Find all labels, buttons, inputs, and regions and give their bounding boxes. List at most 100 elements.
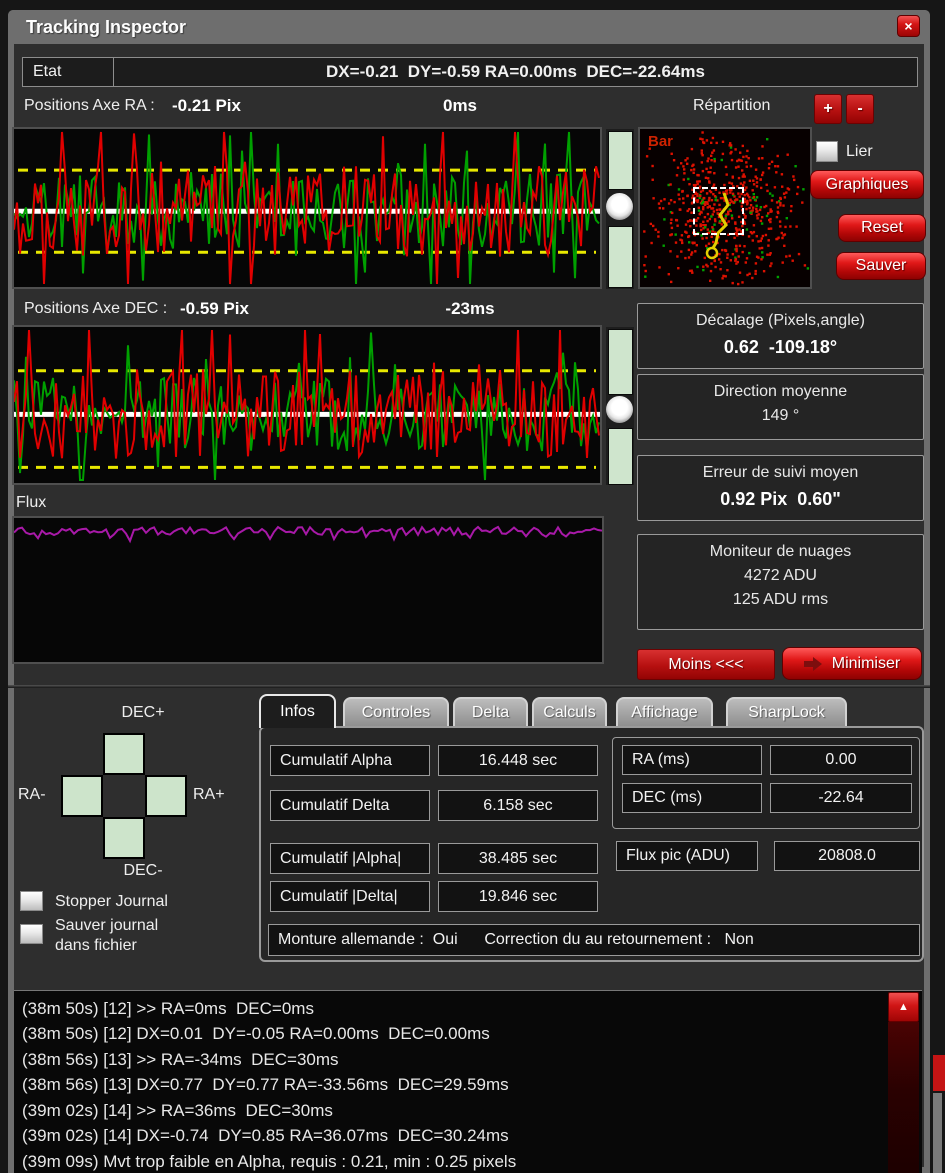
reset-button[interactable]: Reset [838, 214, 926, 242]
cumulatif-delta-value: 6.158 sec [438, 790, 598, 821]
sauver-button[interactable]: Sauver [836, 252, 926, 280]
zoom-plus-button[interactable]: + [814, 94, 842, 124]
nuages-box: Moniteur de nuages 4272 ADU 125 ADU rms [637, 534, 924, 630]
flux-label: Flux [16, 494, 46, 512]
ra-ms-label: RA (ms) [622, 745, 762, 775]
erreur-box: Erreur de suivi moyen 0.92 Pix 0.60" [637, 455, 924, 521]
dec-axis-label: Positions Axe DEC : [24, 300, 167, 318]
decalage-value: 0.62 -109.18° [724, 337, 837, 358]
dec-slider-track-top [608, 329, 633, 395]
cumulatif-abs-alpha-label: Cumulatif |Alpha| [270, 843, 430, 874]
erreur-title: Erreur de suivi moyen [703, 464, 859, 482]
section-divider [8, 685, 930, 688]
log-line: (38m 50s) [12] DX=0.01 DY=-0.05 RA=0.00m… [22, 1024, 490, 1044]
decalage-title: Décalage (Pixels,angle) [696, 312, 865, 330]
log-line: (38m 56s) [13] >> RA=-34ms DEC=30ms [22, 1050, 339, 1070]
lock-region-box [693, 187, 744, 235]
moins-button[interactable]: Moins <<< [637, 649, 775, 680]
close-icon: × [904, 19, 912, 33]
tab-controles[interactable]: Controles [343, 697, 449, 727]
ra-minus-label: RA- [18, 786, 46, 804]
dec-waveform [14, 327, 600, 483]
dec-slider-track-bottom [608, 428, 633, 485]
sauver-journal-checkbox[interactable] [20, 924, 43, 944]
cumulatif-alpha-value: 16.448 sec [438, 745, 598, 776]
lier-checkbox[interactable] [816, 141, 838, 162]
nuages-rms: 125 ADU rms [733, 591, 828, 609]
decalage-box: Décalage (Pixels,angle) 0.62 -109.18° [637, 303, 924, 369]
cumulatif-alpha-label: Cumulatif Alpha [270, 745, 430, 776]
sauver-journal-label-line2: dans fichier [55, 937, 137, 955]
ra-waveform [14, 129, 600, 287]
ra-slider-track-bottom [608, 226, 633, 288]
dec-ms-field-value: -22.64 [770, 783, 912, 813]
tab-affichage[interactable]: Affichage [616, 697, 713, 727]
dec-minus-button[interactable] [103, 817, 145, 859]
flux-graph [12, 516, 604, 664]
log-area: (38m 50s) [12] >> RA=0ms DEC=0ms (38m 50… [14, 990, 922, 1173]
dec-ms-label: DEC (ms) [622, 783, 762, 813]
sauver-journal-label-line1: Sauver journal [55, 917, 158, 935]
ra-plus-label: RA+ [193, 786, 225, 804]
log-line: (39m 02s) [14] >> RA=36ms DEC=30ms [22, 1101, 333, 1121]
ra-graph [12, 127, 602, 289]
log-line: (39m 02s) [14] DX=-0.74 DY=0.85 RA=36.07… [22, 1126, 509, 1146]
dec-plus-label: DEC+ [100, 704, 186, 722]
cumulatif-abs-delta-value: 19.846 sec [438, 881, 598, 912]
dec-scale-slider [606, 327, 634, 485]
direction-value: 149 ° [762, 407, 800, 425]
nuages-adu: 4272 ADU [744, 567, 817, 585]
minimize-arrow-icon [804, 657, 824, 671]
log-line: (38m 56s) [13] DX=0.77 DY=0.77 RA=-33.56… [22, 1075, 509, 1095]
dec-minus-label: DEC- [100, 862, 186, 880]
page-title: Tracking Inspector [26, 17, 186, 38]
scatter-bar-label: Bar [648, 133, 673, 150]
ra-scale-slider [606, 129, 634, 289]
log-scroll-up-button[interactable]: ▲ [888, 992, 919, 1022]
graphiques-button[interactable]: Graphiques [810, 170, 924, 199]
ra-plus-button[interactable] [145, 775, 187, 817]
ra-pix-value: -0.21 Pix [172, 96, 241, 116]
zoom-minus-button[interactable]: - [846, 94, 874, 124]
ra-ms-value: 0ms [380, 96, 540, 116]
nuages-title: Moniteur de nuages [710, 543, 851, 561]
background-window-fragment-gray [933, 1093, 942, 1173]
flux-pic-value: 20808.0 [774, 841, 920, 871]
erreur-value: 0.92 Pix 0.60" [720, 489, 841, 510]
dec-ms-value: -23ms [390, 299, 550, 319]
close-button[interactable]: × [897, 15, 920, 37]
tab-infos[interactable]: Infos [259, 694, 336, 728]
dec-pix-value: -0.59 Pix [180, 299, 249, 319]
dec-plus-button[interactable] [103, 733, 145, 775]
tab-delta[interactable]: Delta [453, 697, 528, 727]
flux-waveform [14, 518, 602, 662]
lier-label: Lier [846, 143, 873, 161]
ra-axis-label: Positions Axe RA : [24, 97, 155, 115]
monture-status: Monture allemande : Oui Correction du au… [268, 924, 920, 956]
etat-row: Etat DX=-0.21 DY=-0.59 RA=0.00ms DEC=-22… [22, 57, 918, 87]
cumulatif-abs-alpha-value: 38.485 sec [438, 843, 598, 874]
scroll-up-icon: ▲ [898, 1001, 909, 1013]
minimiser-button[interactable]: Minimiser [782, 647, 922, 680]
background-window-fragment-red [933, 1055, 945, 1091]
dec-slider-knob[interactable] [606, 396, 633, 423]
log-scrollbar-track[interactable] [888, 1022, 919, 1173]
ra-minus-button[interactable] [61, 775, 103, 817]
dec-graph [12, 325, 602, 485]
etat-label: Etat [23, 58, 114, 86]
ra-ms-field-value: 0.00 [770, 745, 912, 775]
log-line: (39m 09s) Mvt trop faible en Alpha, requ… [22, 1152, 516, 1172]
desktop-background: Tracking Inspector × Etat DX=-0.21 DY=-0… [0, 0, 945, 1173]
etat-value: DX=-0.21 DY=-0.59 RA=0.00ms DEC=-22.64ms [114, 58, 917, 86]
ra-slider-knob[interactable] [606, 193, 633, 220]
tab-sharplock[interactable]: SharpLock [726, 697, 847, 727]
tab-calculs[interactable]: Calculs [532, 697, 607, 727]
cumulatif-delta-label: Cumulatif Delta [270, 790, 430, 821]
stopper-journal-label: Stopper Journal [55, 893, 168, 911]
ra-slider-track-top [608, 131, 633, 190]
flux-pic-label: Flux pic (ADU) [616, 841, 758, 871]
repartition-label: Répartition [693, 97, 770, 115]
window-titlebar: Tracking Inspector [8, 10, 930, 44]
cumulatif-abs-delta-label: Cumulatif |Delta| [270, 881, 430, 912]
stopper-journal-checkbox[interactable] [20, 891, 43, 911]
